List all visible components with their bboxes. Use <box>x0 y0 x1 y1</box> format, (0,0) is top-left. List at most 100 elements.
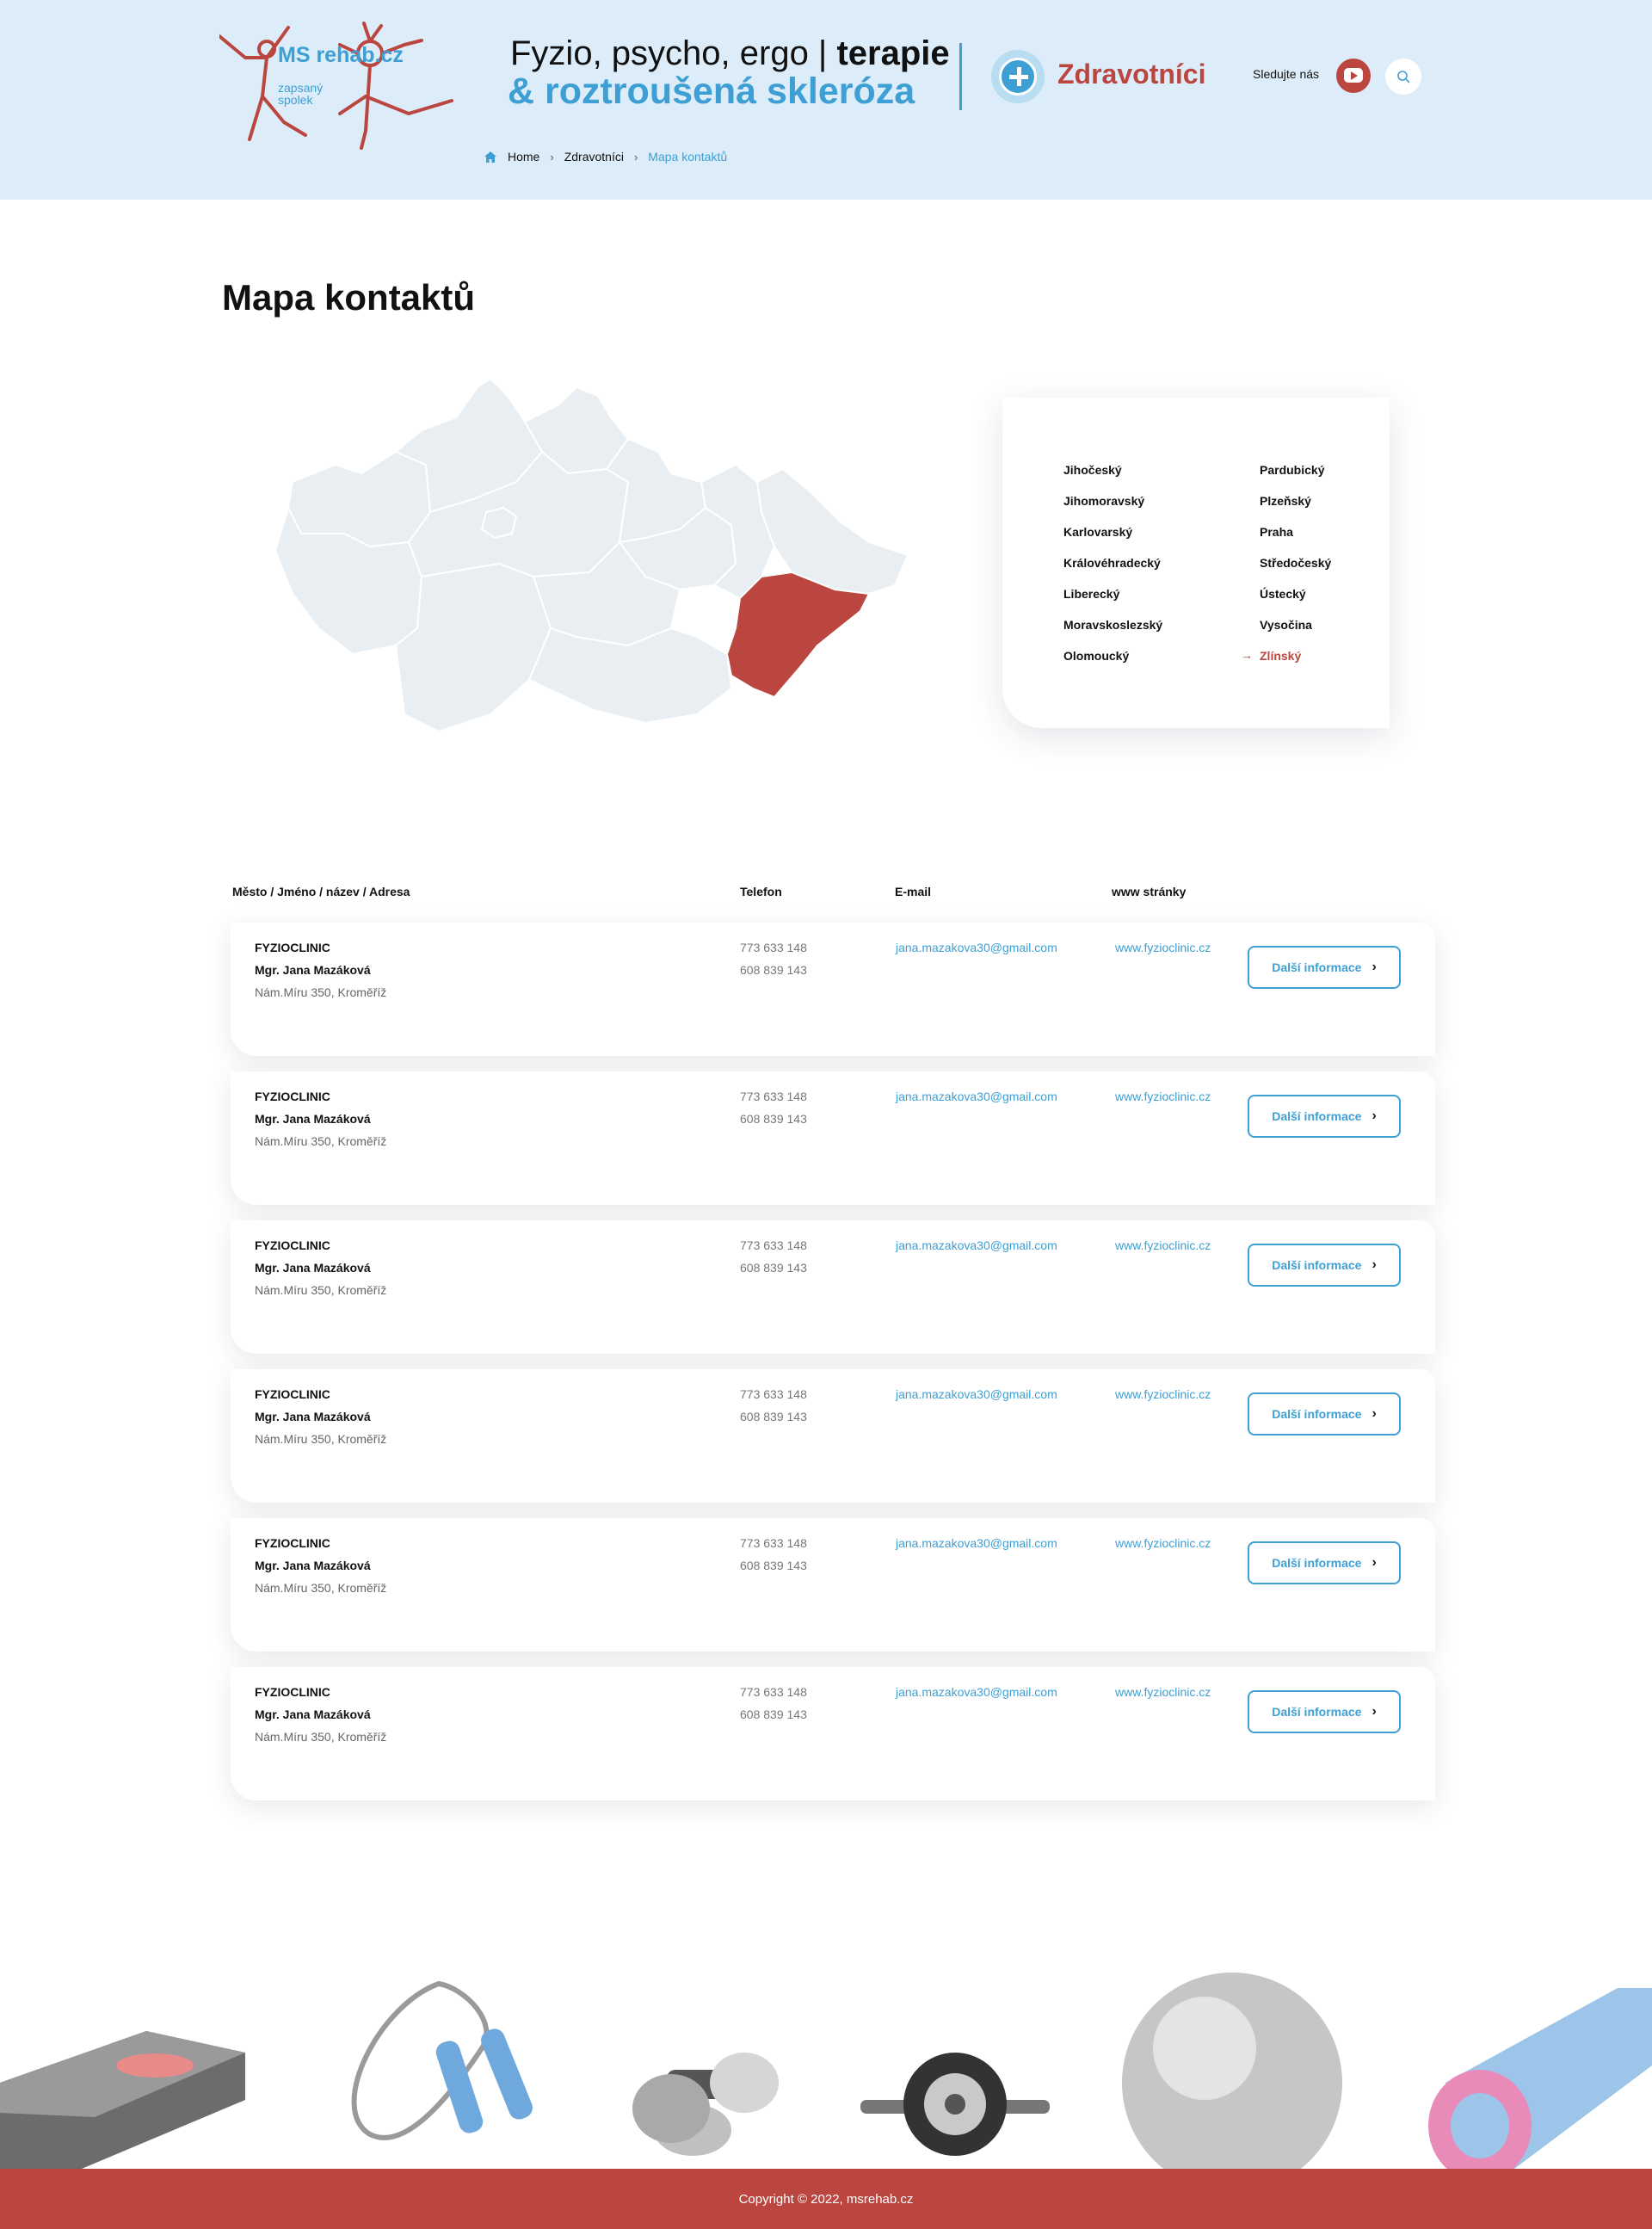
chevron-right-icon: › <box>1372 1406 1377 1421</box>
contact-phone-cell: 773 633 148 608 839 143 <box>740 1383 807 1428</box>
contact-address: Nám.Míru 350, Kroměříž <box>255 1283 387 1297</box>
contact-phone-1[interactable]: 773 633 148 <box>740 1681 807 1703</box>
contact-web-cell: www.fyzioclinic.cz <box>1115 1234 1211 1257</box>
contact-web-link[interactable]: www.fyzioclinic.cz <box>1115 936 1211 959</box>
follow-label: Sledujte nás <box>1253 67 1320 81</box>
region-list: Jihočeský Pardubický Jihomoravský Plzeňs… <box>1063 463 1380 680</box>
region-karlovarsky[interactable]: Karlovarský <box>1063 525 1260 556</box>
more-info-button[interactable]: Další informace › <box>1248 1541 1401 1584</box>
contact-email-link[interactable]: jana.mazakova30@gmail.com <box>896 1383 1057 1405</box>
contact-person: Mgr. Jana Mazáková <box>255 963 371 977</box>
more-info-button[interactable]: Další informace › <box>1248 1690 1401 1733</box>
contact-phone-1[interactable]: 773 633 148 <box>740 1532 807 1554</box>
home-icon[interactable] <box>484 151 497 164</box>
more-info-button[interactable]: Další informace › <box>1248 1095 1401 1138</box>
region-jihomoravsky[interactable]: Jihomoravský <box>1063 494 1260 525</box>
contact-web-link[interactable]: www.fyzioclinic.cz <box>1115 1383 1211 1405</box>
more-info-button[interactable]: Další informace › <box>1248 1244 1401 1287</box>
breadcrumb-home[interactable]: Home <box>508 150 539 164</box>
yoga-mat-icon <box>1428 1988 1652 2169</box>
section-title[interactable]: Zdravotníci <box>1057 59 1205 90</box>
msrehab-logo[interactable] <box>219 19 460 157</box>
breadcrumb-current: Mapa kontaktů <box>648 150 728 164</box>
contact-web-link[interactable]: www.fyzioclinic.cz <box>1115 1234 1211 1257</box>
tagline-line-2: & roztroušená skleróza <box>508 71 915 112</box>
region-plzensky[interactable]: Plzeňský <box>1260 494 1380 525</box>
chevron-right-icon: › <box>1372 1555 1377 1570</box>
contact-address: Nám.Míru 350, Kroměříž <box>255 1730 387 1744</box>
contact-phone-1[interactable]: 773 633 148 <box>740 1234 807 1257</box>
contact-row: FYZIOCLINIC Mgr. Jana Mazáková Nám.Míru 35… <box>231 923 1435 1056</box>
contact-email-cell: jana.mazakova30@gmail.com <box>896 936 1057 959</box>
region-stredocesky[interactable]: Středočeský <box>1260 556 1380 587</box>
contact-email-link[interactable]: jana.mazakova30@gmail.com <box>896 1532 1057 1554</box>
tagline-line-1: Fyzio, psycho, ergo | terapie <box>510 34 950 73</box>
contact-address: Nám.Míru 350, Kroměříž <box>255 985 387 999</box>
contact-phone-1[interactable]: 773 633 148 <box>740 936 807 959</box>
region-pardubicky[interactable]: Pardubický <box>1260 463 1380 494</box>
youtube-icon[interactable] <box>1336 59 1371 93</box>
contact-phone-2[interactable]: 608 839 143 <box>740 1108 807 1130</box>
contact-web-link[interactable]: www.fyzioclinic.cz <box>1115 1532 1211 1554</box>
jump-rope-icon <box>351 1980 533 2140</box>
contact-email-link[interactable]: jana.mazakova30@gmail.com <box>896 936 1057 959</box>
region-ustecky[interactable]: Ústecký <box>1260 587 1380 618</box>
region-kralovehradecky[interactable]: Královéhradecký <box>1063 556 1260 587</box>
contact-company: FYZIOCLINIC <box>255 1387 330 1401</box>
chevron-right-icon: › <box>1372 960 1377 974</box>
contact-name-cell: FYZIOCLINIC Mgr. Jana Mazáková Nám.Míru 35… <box>255 936 386 1003</box>
map-region-karlovarsky[interactable] <box>287 451 431 547</box>
region-olomoucky[interactable]: Olomoucký <box>1063 649 1260 680</box>
contact-person: Mgr. Jana Mazáková <box>255 1112 371 1126</box>
contact-phone-cell: 773 633 148 608 839 143 <box>740 1532 807 1577</box>
map-region-praha[interactable] <box>481 507 517 539</box>
contact-person: Mgr. Jana Mazáková <box>255 1559 371 1572</box>
contact-email-link[interactable]: jana.mazakova30@gmail.com <box>896 1681 1057 1703</box>
contact-name-cell: FYZIOCLINIC Mgr. Jana Mazáková Nám.Míru 35… <box>255 1085 386 1152</box>
contact-phone-1[interactable]: 773 633 148 <box>740 1383 807 1405</box>
contact-company: FYZIOCLINIC <box>255 1536 330 1550</box>
contact-row: FYZIOCLINIC Mgr. Jana Mazáková Nám.Míru 35… <box>231 1667 1435 1800</box>
logo-sub-line-1: zapsaný <box>278 81 324 95</box>
contact-email-link[interactable]: jana.mazakova30@gmail.com <box>896 1085 1057 1108</box>
region-liberecky[interactable]: Liberecký <box>1063 587 1260 618</box>
czech-regions-map <box>274 378 909 732</box>
contact-phone-2[interactable]: 608 839 143 <box>740 1405 807 1428</box>
logo-text: MS rehab.cz <box>278 43 404 67</box>
contact-row: FYZIOCLINIC Mgr. Jana Mazáková Nám.Míru 35… <box>231 1071 1435 1205</box>
region-jihocesky[interactable]: Jihočeský <box>1063 463 1260 494</box>
contact-web-link[interactable]: www.fyzioclinic.cz <box>1115 1681 1211 1703</box>
region-moravskoslezsky[interactable]: Moravskoslezský <box>1063 618 1260 649</box>
more-info-label: Další informace <box>1272 1407 1362 1421</box>
column-header-phone: Telefon <box>740 885 782 898</box>
contact-person: Mgr. Jana Mazáková <box>255 1707 371 1721</box>
map-region-zlinsky[interactable] <box>726 571 870 698</box>
more-info-button[interactable]: Další informace › <box>1248 946 1401 989</box>
more-info-button[interactable]: Další informace › <box>1248 1392 1401 1436</box>
region-zlinsky-selected[interactable]: Zlínský <box>1241 648 1380 680</box>
region-praha[interactable]: Praha <box>1260 525 1380 556</box>
contact-company: FYZIOCLINIC <box>255 1090 330 1103</box>
chevron-right-icon: › <box>633 150 638 164</box>
contact-name-cell: FYZIOCLINIC Mgr. Jana Mazáková Nám.Míru 35… <box>255 1383 386 1450</box>
chevron-right-icon: › <box>1372 1704 1377 1719</box>
contact-company: FYZIOCLINIC <box>255 1685 330 1699</box>
contact-phone-2[interactable]: 608 839 143 <box>740 1703 807 1726</box>
contacts-table: FYZIOCLINIC Mgr. Jana Mazáková Nám.Míru 35… <box>231 923 1435 1816</box>
header-divider <box>959 43 962 110</box>
contact-phone-2[interactable]: 608 839 143 <box>740 1257 807 1279</box>
region-vysocina[interactable]: Vysočina <box>1260 618 1380 649</box>
medical-plus-icon <box>991 50 1045 103</box>
column-header-email: E-mail <box>895 885 932 898</box>
contact-phone-1[interactable]: 773 633 148 <box>740 1085 807 1108</box>
contact-name-cell: FYZIOCLINIC Mgr. Jana Mazáková Nám.Míru 35… <box>255 1681 386 1748</box>
contact-phone-2[interactable]: 608 839 143 <box>740 1554 807 1577</box>
logo-subtitle: zapsaný spolek <box>278 82 323 106</box>
search-button[interactable] <box>1385 59 1421 95</box>
more-info-label: Další informace <box>1272 1258 1362 1272</box>
contact-phone-2[interactable]: 608 839 143 <box>740 959 807 981</box>
contact-web-cell: www.fyzioclinic.cz <box>1115 1532 1211 1554</box>
contact-web-link[interactable]: www.fyzioclinic.cz <box>1115 1085 1211 1108</box>
breadcrumb-zdravotnici[interactable]: Zdravotníci <box>564 150 624 164</box>
contact-email-link[interactable]: jana.mazakova30@gmail.com <box>896 1234 1057 1257</box>
